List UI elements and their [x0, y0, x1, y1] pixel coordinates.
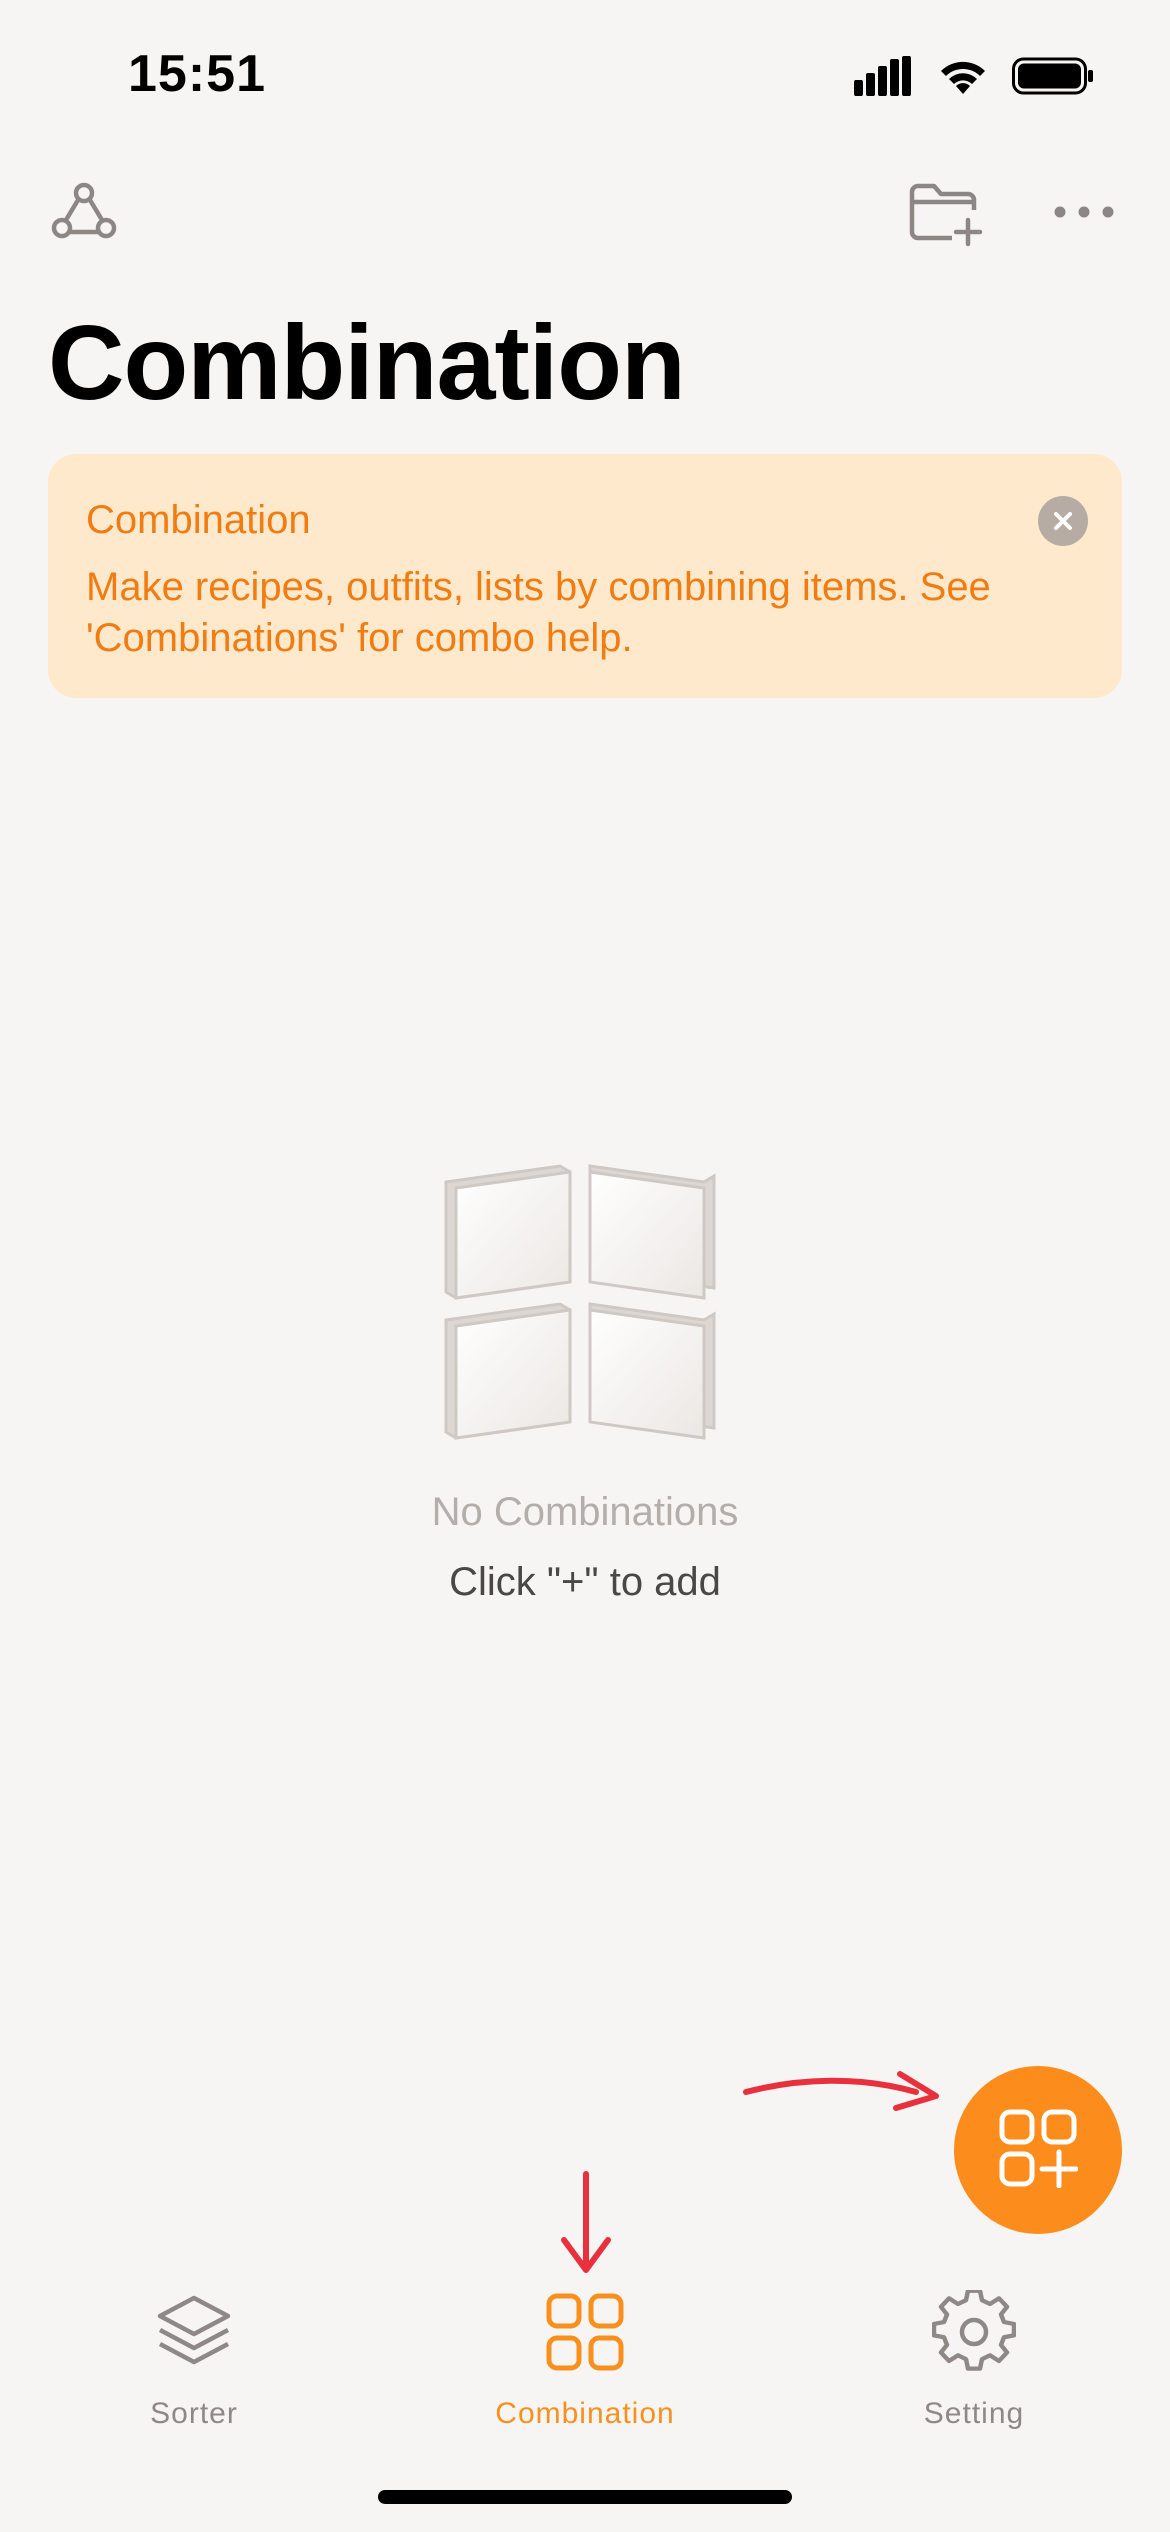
wifi-icon	[936, 56, 990, 101]
tip-title: Combination	[86, 498, 311, 542]
tip-card: Combination Make recipes, outfits, lists…	[48, 454, 1122, 698]
tab-combination[interactable]: Combination	[435, 2290, 735, 2431]
home-indicator[interactable]	[378, 2490, 792, 2504]
grid-icon	[543, 2290, 627, 2379]
page-title: Combination	[48, 304, 686, 422]
annotation-arrow-to-fab	[743, 2071, 939, 2111]
empty-state-subtitle: Click "+" to add	[449, 1560, 721, 1604]
gear-icon	[931, 2288, 1017, 2379]
cellular-signal-icon	[854, 55, 914, 101]
tab-label-sorter: Sorter	[150, 2397, 238, 2430]
battery-icon	[1012, 56, 1094, 101]
empty-state-title: No Combinations	[431, 1490, 739, 1534]
status-icons	[854, 55, 1094, 101]
share-nodes-icon[interactable]	[48, 176, 120, 248]
add-folder-icon[interactable]	[906, 176, 986, 248]
add-combination-icon	[998, 2108, 1079, 2193]
tab-label-setting: Setting	[923, 2397, 1025, 2430]
four-tiles-icon	[440, 1160, 730, 1445]
annotation-arrow-to-tab	[561, 2171, 611, 2273]
tip-text: Make recipes, outfits, lists by combinin…	[86, 565, 991, 661]
tab-setting[interactable]: Setting	[824, 2288, 1124, 2431]
status-time: 15:51	[128, 45, 266, 103]
add-combination-button[interactable]	[954, 2066, 1122, 2234]
tab-label-combination: Combination	[495, 2397, 675, 2430]
close-icon[interactable]	[1038, 496, 1088, 546]
tab-sorter[interactable]: Sorter	[44, 2290, 344, 2431]
layers-icon	[152, 2290, 236, 2379]
more-icon[interactable]	[1052, 176, 1116, 248]
